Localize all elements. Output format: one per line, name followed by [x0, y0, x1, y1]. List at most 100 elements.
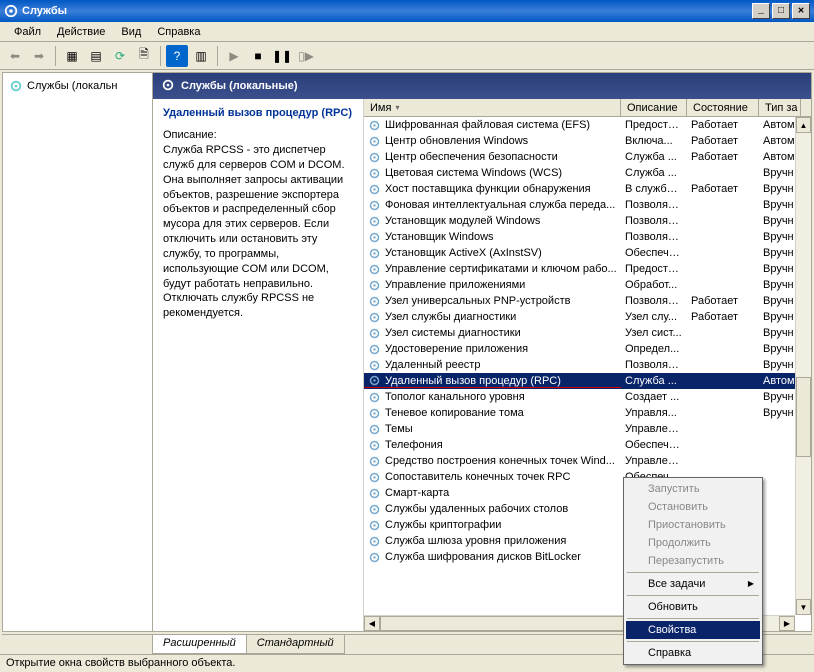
play-button[interactable]: ▶ [223, 45, 245, 67]
ctx-stop[interactable]: Остановить [626, 498, 760, 516]
ctx-all-tasks[interactable]: Все задачи▶ [626, 575, 760, 593]
ctx-properties[interactable]: Свойства [626, 621, 760, 639]
service-desc: Служба ... [621, 375, 687, 387]
ctx-pause[interactable]: Приостановить [626, 516, 760, 534]
window-icon [4, 4, 18, 18]
scroll-thumb-v[interactable] [796, 377, 811, 457]
service-icon [368, 215, 381, 228]
service-row[interactable]: ТелефонияОбеспечи... [364, 437, 811, 453]
service-row[interactable]: Управление сертификатами и ключом рабо..… [364, 261, 811, 277]
col-header-desc[interactable]: Описание [621, 99, 687, 116]
close-button[interactable]: ✕ [792, 3, 810, 19]
service-name: Смарт-карта [385, 487, 449, 499]
service-icon [368, 167, 381, 180]
service-desc: Создает ... [621, 391, 687, 403]
service-name: Телефония [385, 439, 443, 451]
service-state: Работает [687, 183, 759, 195]
service-icon [368, 519, 381, 532]
service-row[interactable]: Удаленный реестрПозволяе...Вручн [364, 357, 811, 373]
pause-button[interactable]: ❚❚ [271, 45, 293, 67]
service-icon [368, 263, 381, 276]
service-desc: Позволяе... [621, 359, 687, 371]
tab-extended[interactable]: Расширенный [152, 635, 247, 654]
refresh-button[interactable]: ⟳ [109, 45, 131, 67]
service-row[interactable]: ТемыУправлен... [364, 421, 811, 437]
minimize-button[interactable]: _ [752, 3, 770, 19]
menu-view[interactable]: Вид [113, 24, 149, 40]
detail-desc-label: Описание: [163, 129, 353, 141]
col-header-type[interactable]: Тип за [759, 99, 801, 116]
service-row[interactable]: Управление приложениямиОбработ...Вручн [364, 277, 811, 293]
service-row[interactable]: Установщик ActiveX (AxInstSV)Обеспечи...… [364, 245, 811, 261]
service-state: Работает [687, 119, 759, 131]
service-icon [368, 391, 381, 404]
scroll-up-button[interactable]: ▲ [796, 117, 811, 133]
col-header-name[interactable]: Имя▾ [364, 99, 621, 116]
content-header: Службы (локальные) [153, 73, 811, 99]
service-name: Установщик ActiveX (AxInstSV) [385, 247, 542, 259]
service-icon [368, 279, 381, 292]
ctx-start[interactable]: Запустить [626, 480, 760, 498]
scroll-down-button[interactable]: ▼ [796, 599, 811, 615]
service-state: Работает [687, 295, 759, 307]
service-desc: Обработ... [621, 279, 687, 291]
forward-button[interactable]: ➡ [28, 45, 50, 67]
maximize-button[interactable]: □ [772, 3, 790, 19]
service-row[interactable]: Установщик WindowsПозволяе...Вручн [364, 229, 811, 245]
service-row[interactable]: Удаленный вызов процедур (RPC) Служба ...… [364, 373, 811, 389]
stop-button[interactable]: ■ [247, 45, 269, 67]
service-row[interactable]: Цветовая система Windows (WCS)Служба ...… [364, 165, 811, 181]
service-icon [368, 359, 381, 372]
service-row[interactable]: Удостоверение приложенияОпредел...Вручн [364, 341, 811, 357]
service-desc: Управлен... [621, 423, 687, 435]
service-row[interactable]: Средство построения конечных точек Wind.… [364, 453, 811, 469]
vertical-scrollbar[interactable]: ▲ ▼ [795, 117, 811, 615]
export-button[interactable]: 🗎 [133, 45, 155, 67]
service-row[interactable]: Узел универсальных PNP-устройствПозволяе… [364, 293, 811, 309]
ctx-resume[interactable]: Продолжить [626, 534, 760, 552]
service-desc: Узел слу... [621, 311, 687, 323]
service-name: Узел универсальных PNP-устройств [385, 295, 570, 307]
service-row[interactable]: Установщик модулей WindowsПозволяе...Вру… [364, 213, 811, 229]
ctx-help[interactable]: Справка [626, 644, 760, 662]
help-button[interactable]: ? [166, 45, 188, 67]
service-row[interactable]: Узел службы диагностикиУзел слу...Работа… [364, 309, 811, 325]
service-row[interactable]: Хост поставщика функции обнаруженияВ слу… [364, 181, 811, 197]
service-name: Центр обновления Windows [385, 135, 528, 147]
service-desc: Узел сист... [621, 327, 687, 339]
service-row[interactable]: Центр обеспечения безопасностиСлужба ...… [364, 149, 811, 165]
scroll-right-button[interactable]: ▶ [779, 616, 795, 631]
col-header-state[interactable]: Состояние [687, 99, 759, 116]
toolbar: ⬅ ➡ ▦ ▤ ⟳ 🗎 ? ▥ ▶ ■ ❚❚ ▯▶ [0, 42, 814, 70]
service-name: Установщик Windows [385, 231, 494, 243]
service-name: Удаленный вызов процедур (RPC) [385, 375, 561, 387]
service-row[interactable]: Тополог канального уровняСоздает ...Вруч… [364, 389, 811, 405]
service-icon [368, 327, 381, 340]
service-icon [368, 535, 381, 548]
service-row[interactable]: Теневое копирование томаУправля...Вручн [364, 405, 811, 421]
service-row[interactable]: Фоновая интеллектуальная служба переда..… [364, 197, 811, 213]
menu-help[interactable]: Справка [149, 24, 208, 40]
properties-button[interactable]: ▥ [190, 45, 212, 67]
toolbar-view2[interactable]: ▤ [85, 45, 107, 67]
scroll-left-button[interactable]: ◀ [364, 616, 380, 631]
service-state: Работает [687, 311, 759, 323]
ctx-refresh[interactable]: Обновить [626, 598, 760, 616]
service-row[interactable]: Узел системы диагностикиУзел сист...Вруч… [364, 325, 811, 341]
window-title: Службы [22, 5, 752, 17]
service-row[interactable]: Центр обновления WindowsВключа...Работае… [364, 133, 811, 149]
service-icon [368, 135, 381, 148]
tree-root[interactable]: Службы (локальн [7, 77, 148, 95]
restart-button[interactable]: ▯▶ [295, 45, 317, 67]
service-row[interactable]: Шифрованная файловая система (EFS)Предос… [364, 117, 811, 133]
service-name: Цветовая система Windows (WCS) [385, 167, 562, 179]
tree-root-label: Службы (локальн [27, 80, 117, 92]
service-name: Сопоставитель конечных точек RPC [385, 471, 570, 483]
service-name: Служба шифрования дисков BitLocker [385, 551, 581, 563]
menu-action[interactable]: Действие [49, 24, 113, 40]
back-button[interactable]: ⬅ [4, 45, 26, 67]
toolbar-view1[interactable]: ▦ [61, 45, 83, 67]
menu-file[interactable]: Файл [6, 24, 49, 40]
tab-standard[interactable]: Стандартный [246, 635, 345, 654]
ctx-restart[interactable]: Перезапустить [626, 552, 760, 570]
